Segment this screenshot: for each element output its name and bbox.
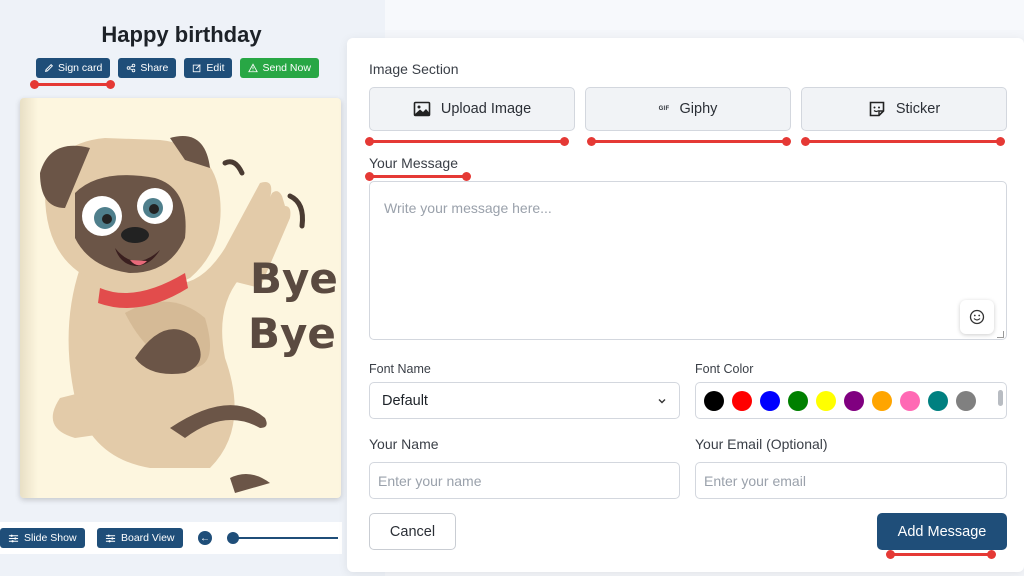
your-email-label: Your Email (Optional) <box>695 436 828 452</box>
color-swatch[interactable] <box>704 390 724 411</box>
color-swatch[interactable] <box>844 390 864 411</box>
send-icon <box>248 63 259 73</box>
image-section-label: Image Section <box>369 61 459 77</box>
email-input[interactable]: Enter your email <box>695 462 1007 499</box>
color-swatch[interactable] <box>956 390 976 411</box>
name-input[interactable]: Enter your name <box>369 462 680 499</box>
share-label: Share <box>140 62 169 74</box>
sticker-tab[interactable]: Sticker <box>801 87 1007 131</box>
sticker-label: Sticker <box>895 101 941 117</box>
slider-thumb[interactable] <box>227 532 239 544</box>
board-view-button[interactable]: Board View <box>97 528 183 548</box>
color-swatch[interactable] <box>760 390 780 411</box>
card-title: Happy birthday <box>101 22 262 47</box>
font-name-label: Font Name <box>369 362 431 376</box>
sign-card-button[interactable]: Sign card <box>36 58 111 78</box>
color-swatch[interactable] <box>928 390 948 411</box>
upload-image-label: Upload Image <box>440 101 532 117</box>
share-button[interactable]: Share <box>118 58 177 78</box>
upload-image-tab[interactable]: Upload Image <box>369 87 575 131</box>
font-color-picker <box>695 382 1007 419</box>
pencil-icon <box>44 63 54 73</box>
highlight-underline <box>365 137 569 146</box>
your-name-label: Your Name <box>369 436 439 452</box>
slide-show-button[interactable]: Slide Show <box>0 528 85 548</box>
share-icon <box>127 63 136 73</box>
highlight-underline <box>30 80 115 89</box>
slide-show-label: Slide Show <box>24 532 77 544</box>
font-name-value: Default <box>382 392 428 409</box>
send-now-button[interactable]: Send Now <box>240 58 319 78</box>
highlight-underline <box>886 550 996 559</box>
cancel-button[interactable]: Cancel <box>369 513 456 550</box>
highlight-underline <box>801 137 1005 146</box>
send-now-label: Send Now <box>262 62 311 74</box>
name-placeholder: Enter your name <box>378 472 482 489</box>
bye-text-2: Bye <box>248 309 336 358</box>
scrollbar-thumb[interactable] <box>998 390 1003 406</box>
image-icon <box>413 101 431 117</box>
sliders-icon <box>8 534 19 542</box>
giphy-label: Giphy <box>679 101 718 117</box>
slider-track[interactable] <box>232 537 338 539</box>
board-view-label: Board View <box>121 532 175 544</box>
gif-icon: GIF <box>658 106 670 112</box>
color-scrollbar[interactable] <box>998 386 1003 415</box>
previous-button[interactable]: ← <box>198 531 212 545</box>
edit-button[interactable]: Edit <box>184 58 233 78</box>
color-swatch[interactable] <box>900 390 920 411</box>
font-name-select[interactable]: Default <box>369 382 680 419</box>
highlight-underline <box>587 137 791 146</box>
color-swatch[interactable] <box>788 390 808 411</box>
sliders-icon <box>105 534 116 542</box>
color-swatch[interactable] <box>732 390 752 411</box>
message-placeholder: Write your message here... <box>384 200 552 216</box>
sticker-icon <box>869 101 885 117</box>
giphy-tab[interactable]: GIF Giphy <box>585 87 791 131</box>
edit-icon <box>193 64 202 73</box>
arrow-left-icon: ← <box>200 532 210 544</box>
edit-label: Edit <box>206 62 225 74</box>
your-message-label: Your Message <box>369 155 458 171</box>
bye-text-1: Bye <box>250 254 338 303</box>
color-swatch[interactable] <box>816 390 836 411</box>
sign-card-label: Sign card <box>58 62 103 74</box>
emoji-button[interactable] <box>960 300 994 334</box>
highlight-underline <box>365 172 471 181</box>
top-strip <box>385 0 1024 30</box>
color-swatch[interactable] <box>872 390 892 411</box>
font-color-label: Font Color <box>695 362 754 376</box>
smiley-icon <box>969 309 985 325</box>
card-action-bar: Sign card Share Edit Send Now <box>36 58 319 78</box>
add-message-button[interactable]: Add Message <box>877 513 1007 550</box>
email-placeholder: Enter your email <box>704 472 806 489</box>
message-textarea[interactable]: Write your message here... <box>369 181 1007 340</box>
resize-handle[interactable] <box>997 331 1004 338</box>
pug-illustration: Bye Bye <box>40 136 338 493</box>
card-image: Bye Bye <box>20 98 341 498</box>
chevron-down-icon <box>658 398 666 403</box>
